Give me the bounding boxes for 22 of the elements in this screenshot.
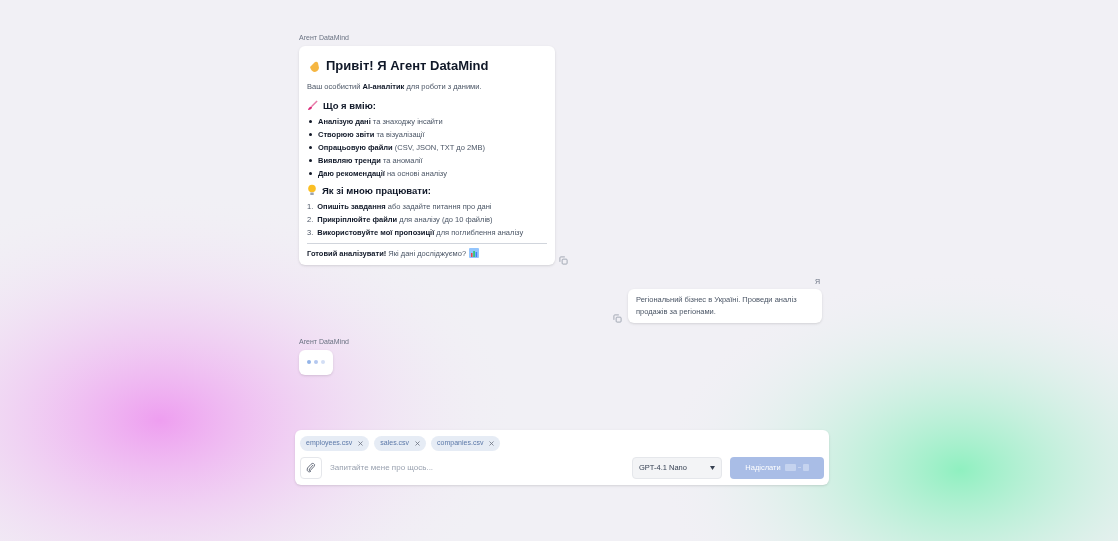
bullet-icon <box>309 171 312 175</box>
paperclip-icon <box>306 462 316 473</box>
lightbulb-icon <box>307 184 317 196</box>
close-icon[interactable] <box>489 440 495 446</box>
copy-icon[interactable] <box>559 255 568 265</box>
typing-indicator <box>299 349 333 375</box>
message-input[interactable]: Запитайте мене про щось... <box>330 461 624 474</box>
bullet-icon <box>309 145 312 149</box>
copy-icon[interactable] <box>613 314 622 323</box>
bullet-icon <box>309 132 312 136</box>
bullet-icon <box>309 158 312 162</box>
brush-icon <box>307 99 318 111</box>
attach-button[interactable] <box>300 456 322 479</box>
section-heading: Що я вмію: <box>323 98 376 112</box>
bullet-icon <box>309 119 312 123</box>
shortcut-icon <box>784 464 809 471</box>
bar-chart-icon <box>469 248 480 258</box>
close-icon[interactable] <box>415 440 421 446</box>
section-heading: Як зі мною працювати: <box>322 183 431 197</box>
dropdown-arrow-icon <box>710 465 715 470</box>
message-title: Привіт! Я Агент DataMind <box>326 57 489 74</box>
close-icon[interactable] <box>358 440 364 446</box>
